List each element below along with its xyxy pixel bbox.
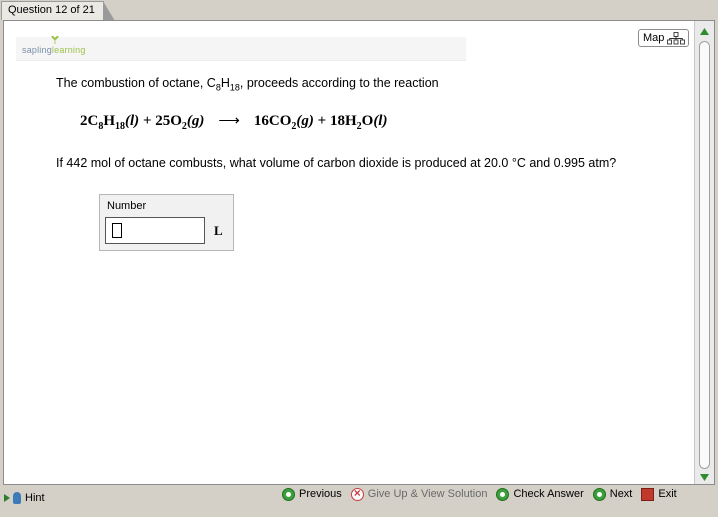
- eq-state: (l): [125, 113, 140, 129]
- question-frame: saplinglearning Map The combustion of oc…: [3, 20, 715, 485]
- logo-text-sapling: sapling: [22, 45, 52, 55]
- question-tab[interactable]: Question 12 of 21: [1, 1, 115, 21]
- eq-state: (g): [186, 113, 205, 129]
- tab-strip: Question 12 of 21: [0, 0, 718, 21]
- eq-state: (l): [373, 113, 388, 129]
- sapling-logo: saplinglearning: [22, 36, 86, 55]
- next-button[interactable]: Next: [592, 487, 633, 501]
- vertical-scrollbar[interactable]: [694, 21, 714, 484]
- next-label: Next: [609, 488, 633, 500]
- map-button[interactable]: Map: [638, 29, 689, 47]
- question-intro-text: H: [220, 76, 230, 90]
- eq-term: 2C: [80, 113, 99, 129]
- give-up-icon: [350, 486, 364, 501]
- nav-row: Previous Give Up & View Solution Check A…: [282, 485, 686, 503]
- previous-button[interactable]: Previous: [282, 487, 342, 501]
- check-icon: [496, 487, 510, 501]
- logo-bar: saplinglearning: [16, 36, 466, 61]
- logo-text-learning: learning: [51, 45, 86, 55]
- give-up-label: Give Up & View Solution: [367, 488, 488, 500]
- next-icon: [592, 487, 606, 501]
- eq-sub: 18: [115, 121, 126, 132]
- input-cursor: [112, 223, 122, 238]
- lightbulb-icon: [13, 492, 21, 504]
- subscript: 18: [229, 82, 240, 93]
- question-content: saplinglearning Map The combustion of oc…: [4, 21, 694, 484]
- answer-box: Number L: [99, 194, 234, 251]
- exit-icon: [641, 487, 655, 501]
- question-intro-text: The combustion of octane, C: [56, 76, 216, 90]
- scroll-thumb[interactable]: [699, 41, 710, 469]
- answer-unit: L: [214, 223, 223, 238]
- scroll-up-arrow-icon[interactable]: [698, 25, 711, 38]
- eq-state: (g): [296, 113, 314, 129]
- map-button-label: Map: [643, 32, 665, 44]
- eq-term: 16CO: [253, 113, 292, 129]
- question-intro: The combustion of octane, C8H18, proceed…: [56, 76, 439, 93]
- hint-label: Hint: [25, 492, 45, 504]
- answer-label: Number: [107, 200, 147, 212]
- check-answer-label: Check Answer: [513, 488, 584, 500]
- exit-label: Exit: [658, 488, 677, 500]
- reaction-arrow: ⟶: [218, 113, 240, 129]
- scroll-down-arrow-icon[interactable]: [698, 471, 711, 484]
- eq-term: H: [103, 113, 116, 129]
- previous-icon: [282, 487, 295, 501]
- eq-term: + 25O: [139, 113, 182, 129]
- bottom-bar: Previous Give Up & View Solution Check A…: [0, 485, 718, 517]
- sitemap-icon: [667, 32, 685, 45]
- leaf-icon: [51, 36, 59, 44]
- eq-term: O: [361, 113, 374, 129]
- give-up-button[interactable]: Give Up & View Solution: [350, 486, 488, 501]
- eq-term: + 18H: [313, 113, 357, 129]
- answer-input[interactable]: [105, 217, 205, 244]
- question-prompt: If 442 mol of octane combusts, what volu…: [56, 156, 617, 170]
- question-intro-text: , proceeds according to the reaction: [239, 76, 439, 90]
- previous-label: Previous: [299, 488, 342, 500]
- check-answer-button[interactable]: Check Answer: [496, 487, 584, 501]
- exit-button[interactable]: Exit: [641, 487, 677, 501]
- expand-triangle-icon: [4, 494, 10, 502]
- reaction-equation: 2C8H18(l) + 25O2(g) ⟶ 16CO2(g) + 18H2O(l): [80, 111, 387, 132]
- hint-toggle[interactable]: Hint: [4, 492, 45, 504]
